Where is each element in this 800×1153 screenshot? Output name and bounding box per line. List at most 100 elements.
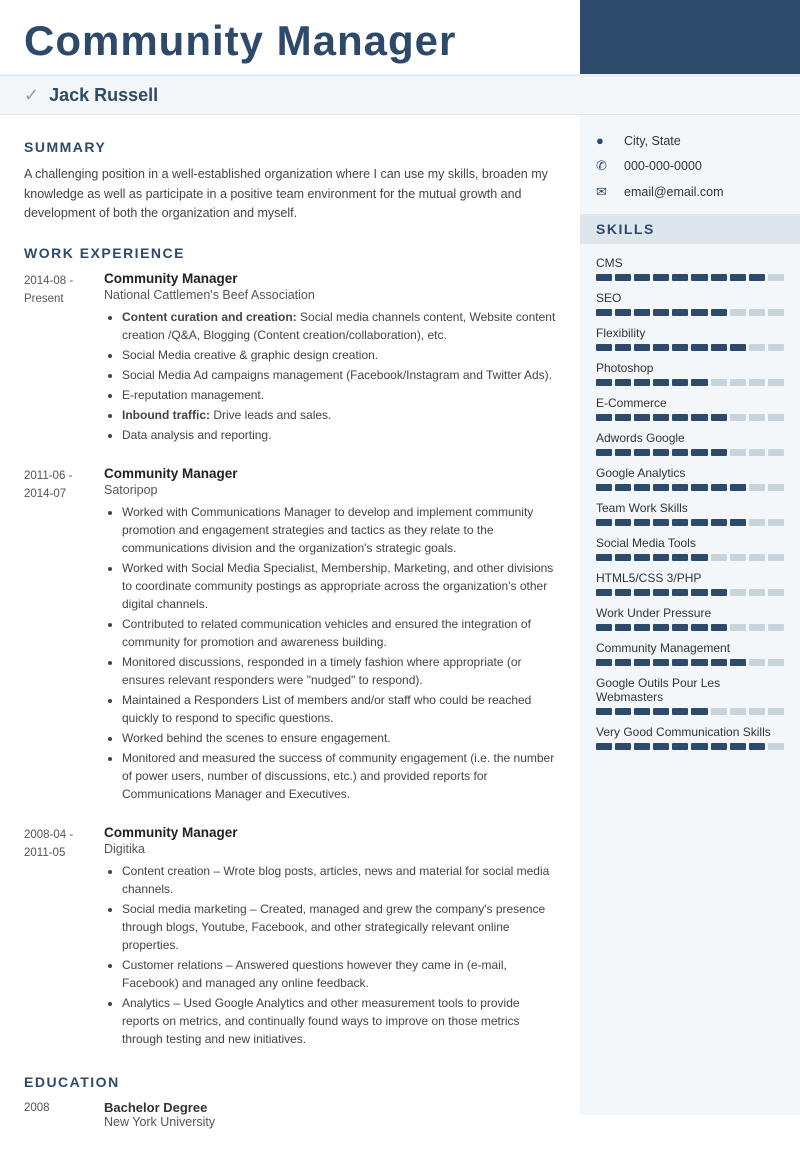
skill-segment xyxy=(672,743,688,750)
skill-bar xyxy=(596,344,784,351)
skill-segment xyxy=(711,554,727,561)
work-bullet-item: Social Media creative & graphic design c… xyxy=(122,346,556,364)
right-column: ● City, State ✆ 000-000-0000 ✉ email@ema… xyxy=(580,115,800,1115)
skill-bar xyxy=(596,624,784,631)
skill-segment xyxy=(596,519,612,526)
skill-segment xyxy=(749,589,765,596)
skill-segment xyxy=(711,708,727,715)
edu-date: 2008 xyxy=(24,1100,104,1129)
skill-segment xyxy=(730,743,746,750)
skill-segment xyxy=(653,379,669,386)
phone-item: ✆ 000-000-0000 xyxy=(596,158,784,174)
company-name: Satoripop xyxy=(104,483,556,497)
skill-name: Google Analytics xyxy=(596,466,784,480)
skill-segment xyxy=(768,414,784,421)
skill-segment xyxy=(615,554,631,561)
skill-segment xyxy=(615,274,631,281)
skill-segment xyxy=(653,519,669,526)
name-bar: ✓ Jack Russell xyxy=(0,77,800,115)
skill-segment xyxy=(691,344,707,351)
skill-segment xyxy=(691,309,707,316)
skill-segment xyxy=(596,309,612,316)
skill-bar xyxy=(596,484,784,491)
skill-segment xyxy=(596,554,612,561)
work-entry: 2011-06 - 2014-07Community ManagerSatori… xyxy=(24,466,556,805)
skill-segment xyxy=(596,589,612,596)
skill-segment xyxy=(768,624,784,631)
phone-text: 000-000-0000 xyxy=(624,159,702,173)
work-experience-heading: WORK EXPERIENCE xyxy=(24,245,556,261)
work-bullet-item: Contributed to related communication veh… xyxy=(122,615,556,651)
skill-item: Google Analytics xyxy=(596,466,784,491)
skill-segment xyxy=(634,659,650,666)
skill-segment xyxy=(691,589,707,596)
skill-bar xyxy=(596,449,784,456)
skill-segment xyxy=(711,484,727,491)
skill-segment xyxy=(691,659,707,666)
skill-segment xyxy=(768,519,784,526)
skill-segment xyxy=(672,449,688,456)
skill-segment xyxy=(596,449,612,456)
skill-segment xyxy=(749,449,765,456)
skill-segment xyxy=(615,624,631,631)
skill-segment xyxy=(672,379,688,386)
location-icon: ● xyxy=(596,133,616,148)
skill-segment xyxy=(749,659,765,666)
work-bullet-item: Social media marketing – Created, manage… xyxy=(122,900,556,954)
work-bullet-item: Social Media Ad campaigns management (Fa… xyxy=(122,366,556,384)
candidate-name: Jack Russell xyxy=(49,85,158,106)
skill-segment xyxy=(691,414,707,421)
skill-segment xyxy=(691,379,707,386)
skill-segment xyxy=(749,624,765,631)
skill-bar xyxy=(596,659,784,666)
skill-segment xyxy=(653,743,669,750)
skill-segment xyxy=(749,484,765,491)
skill-segment xyxy=(730,554,746,561)
skill-segment xyxy=(615,484,631,491)
work-content: Community ManagerDigitikaContent creatio… xyxy=(104,825,556,1050)
skill-segment xyxy=(768,743,784,750)
phone-icon: ✆ xyxy=(596,158,616,174)
skill-segment xyxy=(634,309,650,316)
skill-segment xyxy=(711,344,727,351)
work-date: 2011-06 - 2014-07 xyxy=(24,466,104,805)
skill-segment xyxy=(749,344,765,351)
skill-name: Team Work Skills xyxy=(596,501,784,515)
school-name: New York University xyxy=(104,1115,215,1129)
skill-item: Very Good Communication Skills xyxy=(596,725,784,750)
skill-segment xyxy=(653,554,669,561)
skill-segment xyxy=(672,589,688,596)
education-entry: 2008Bachelor DegreeNew York University xyxy=(24,1100,556,1129)
skill-segment xyxy=(749,414,765,421)
main-layout: SUMMARY A challenging position in a well… xyxy=(0,115,800,1153)
work-bullet-item: Worked with Communications Manager to de… xyxy=(122,503,556,557)
skill-name: Social Media Tools xyxy=(596,536,784,550)
work-content: Community ManagerSatoripopWorked with Co… xyxy=(104,466,556,805)
skill-segment xyxy=(653,274,669,281)
left-column: SUMMARY A challenging position in a well… xyxy=(0,115,580,1153)
skill-segment xyxy=(653,449,669,456)
skill-segment xyxy=(634,344,650,351)
skill-segment xyxy=(596,708,612,715)
header: Community Manager xyxy=(0,0,800,77)
skill-segment xyxy=(634,449,650,456)
skill-item: CMS xyxy=(596,256,784,281)
skill-segment xyxy=(768,309,784,316)
skill-segment xyxy=(672,274,688,281)
work-bullets: Content creation – Wrote blog posts, art… xyxy=(104,862,556,1048)
skill-segment xyxy=(615,589,631,596)
skill-segment xyxy=(711,659,727,666)
skill-segment xyxy=(711,309,727,316)
skill-bar xyxy=(596,708,784,715)
skill-segment xyxy=(691,274,707,281)
skill-segment xyxy=(634,708,650,715)
skill-item: SEO xyxy=(596,291,784,316)
skill-segment xyxy=(730,379,746,386)
skill-segment xyxy=(768,379,784,386)
skill-segment xyxy=(730,484,746,491)
work-bullet-item: Worked behind the scenes to ensure engag… xyxy=(122,729,556,747)
skill-segment xyxy=(730,708,746,715)
skill-name: Community Management xyxy=(596,641,784,655)
skill-segment xyxy=(730,309,746,316)
skill-item: Social Media Tools xyxy=(596,536,784,561)
